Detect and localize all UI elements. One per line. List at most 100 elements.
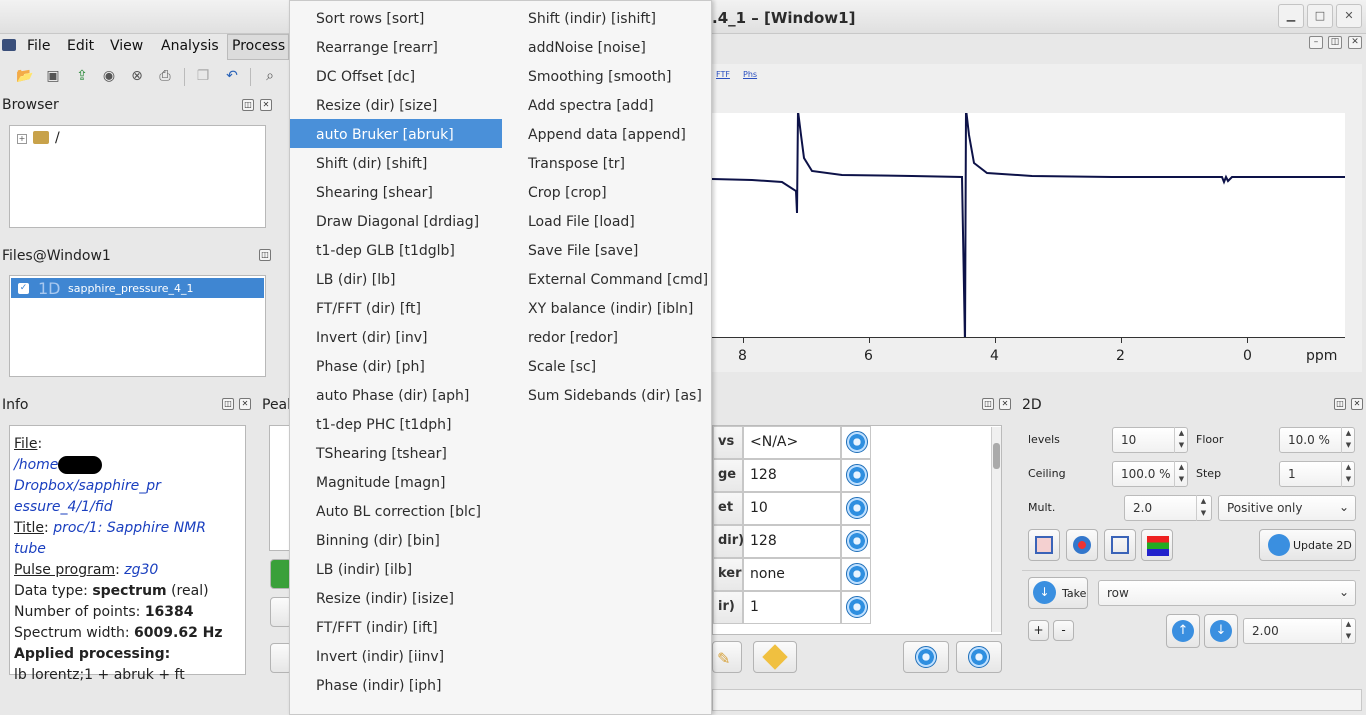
undo-icon[interactable]: ↶ <box>223 67 241 85</box>
params-scrollbar[interactable] <box>991 427 1001 632</box>
checkbox-icon[interactable]: ✓ <box>18 283 29 294</box>
sub-close-button[interactable]: ✕ <box>1348 36 1362 49</box>
print-icon[interactable]: ⎙ <box>156 67 174 85</box>
apply-params-button[interactable] <box>903 641 949 673</box>
levels-arrows[interactable]: ▲ ▼ <box>1174 427 1188 453</box>
close-button[interactable]: ✕ <box>1336 4 1362 28</box>
slice-up-button[interactable]: ↑ <box>1166 614 1200 648</box>
menu-item[interactable]: XY balance (indir) [ibln] <box>502 293 712 322</box>
ftf-button[interactable]: FTF <box>716 70 730 79</box>
menu-item[interactable]: DC Offset [dc] <box>290 61 502 90</box>
save-icon[interactable]: ▣ <box>44 67 62 85</box>
menu-item[interactable]: FT/FFT (indir) [ift] <box>290 612 502 641</box>
sub-minimize-button[interactable]: – <box>1309 36 1323 49</box>
minimize-button[interactable]: ▁ <box>1278 4 1304 28</box>
menu-item[interactable]: Invert (dir) [inv] <box>290 322 502 351</box>
settings-button[interactable] <box>956 641 1002 673</box>
menu-item[interactable]: Shift (indir) [ishift] <box>502 3 712 32</box>
menu-item[interactable]: Auto BL correction [blc] <box>290 496 502 525</box>
param-key[interactable]: ker <box>713 558 743 591</box>
param-value[interactable]: <N/A> <box>743 426 841 459</box>
param-key[interactable]: et <box>713 492 743 525</box>
param-value[interactable]: 1 <box>743 591 841 624</box>
projection-button[interactable] <box>1104 529 1136 561</box>
menu-item[interactable]: t1-dep GLB [t1dglb] <box>290 235 502 264</box>
menu-item[interactable]: LB (dir) [lb] <box>290 264 502 293</box>
menu-item[interactable]: Draw Diagonal [drdiag] <box>290 206 502 235</box>
params-scroll-thumb[interactable] <box>993 443 1000 469</box>
colormap-button[interactable] <box>1066 529 1098 561</box>
menu-item[interactable]: LB (indir) [ilb] <box>290 554 502 583</box>
sub-restore-button[interactable]: ◫ <box>1328 36 1342 49</box>
phs-button[interactable]: Phs <box>743 70 757 79</box>
param-value[interactable]: none <box>743 558 841 591</box>
mult-arrows[interactable]: ▲ ▼ <box>1196 495 1210 521</box>
param-value[interactable]: 128 <box>743 525 841 558</box>
menu-file[interactable]: File <box>27 38 50 54</box>
file-row-selected[interactable]: ✓ 1D sapphire_pressure_4_1 <box>11 278 264 298</box>
param-value[interactable]: 10 <box>743 492 841 525</box>
menu-item[interactable]: External Command [cmd] <box>502 264 712 293</box>
menu-item[interactable]: Resize (dir) [size] <box>290 90 502 119</box>
info-close-button[interactable]: ✕ <box>239 398 251 410</box>
copy-icon[interactable]: ❐ <box>194 67 212 85</box>
param-key[interactable]: vs <box>713 426 743 459</box>
plus-button[interactable]: + <box>1028 620 1049 641</box>
menu-item[interactable]: Transpose [tr] <box>502 148 712 177</box>
menu-item[interactable]: auto Phase (dir) [aph] <box>290 380 502 409</box>
menu-item[interactable]: FT/FFT (dir) [ft] <box>290 293 502 322</box>
view-icon[interactable]: ◉ <box>100 67 118 85</box>
params-close-button[interactable]: ✕ <box>999 398 1011 410</box>
package-button[interactable] <box>753 641 797 673</box>
menu-item[interactable]: Scale [sc] <box>502 351 712 380</box>
menu-item[interactable]: Invert (indir) [iinv] <box>290 641 502 670</box>
menu-analysis[interactable]: Analysis <box>161 38 219 54</box>
menu-process[interactable]: Process <box>232 38 285 54</box>
menu-item[interactable]: Phase (dir) [ph] <box>290 351 502 380</box>
menu-item[interactable]: TShearing [tshear] <box>290 438 502 467</box>
slice-down-button[interactable]: ↓ <box>1204 614 1238 648</box>
menu-item[interactable]: t1-dep PHC [t1dph] <box>290 409 502 438</box>
step-arrows[interactable]: ▲ ▼ <box>1341 461 1355 487</box>
ceiling-arrows[interactable]: ▲ ▼ <box>1174 461 1188 487</box>
zoom-icon[interactable]: ⌕ <box>261 67 279 85</box>
edit-button[interactable]: ✎ <box>712 641 742 673</box>
menu-item[interactable]: Crop [crop] <box>502 177 712 206</box>
menu-item[interactable]: Shearing [shear] <box>290 177 502 206</box>
twod-float-button[interactable]: ◫ <box>1334 398 1346 410</box>
menu-item[interactable]: Save File [save] <box>502 235 712 264</box>
tree-root-label[interactable]: / <box>55 130 60 146</box>
menu-item[interactable]: Load File [load] <box>502 206 712 235</box>
menu-edit[interactable]: Edit <box>67 38 94 54</box>
slice-arrows[interactable]: ▲ ▼ <box>1341 618 1355 644</box>
menu-item[interactable]: Binning (dir) [bin] <box>290 525 502 554</box>
menu-item[interactable]: Sum Sidebands (dir) [as] <box>502 380 712 409</box>
twod-close-button[interactable]: ✕ <box>1351 398 1363 410</box>
param-gear-button[interactable] <box>841 558 871 591</box>
slice-spinbox[interactable]: 2.00 <box>1243 618 1356 644</box>
sign-select[interactable]: Positive only ⌄ <box>1218 495 1356 521</box>
info-float-button[interactable]: ◫ <box>222 398 234 410</box>
menu-view[interactable]: View <box>110 38 143 54</box>
param-gear-button[interactable] <box>841 492 871 525</box>
menu-item[interactable]: Phase (indir) [iph] <box>290 670 502 699</box>
param-gear-button[interactable] <box>841 525 871 558</box>
menu-item[interactable]: Rearrange [rearr] <box>290 32 502 61</box>
take-select[interactable]: row ⌄ <box>1098 580 1356 606</box>
menu-item[interactable]: redor [redor] <box>502 322 712 351</box>
maximize-button[interactable]: □ <box>1307 4 1333 28</box>
minus-button[interactable]: - <box>1053 620 1074 641</box>
menu-item[interactable]: Add spectra [add] <box>502 90 712 119</box>
files-float-button[interactable]: ◫ <box>259 249 271 261</box>
stop-icon[interactable]: ⊗ <box>128 67 146 85</box>
open-icon[interactable]: 📂 <box>16 67 34 85</box>
browser-close-button[interactable]: ✕ <box>260 99 272 111</box>
param-gear-button[interactable] <box>841 459 871 492</box>
browser-float-button[interactable]: ◫ <box>242 99 254 111</box>
contour-button[interactable] <box>1028 529 1060 561</box>
tree-expand-icon[interactable]: + <box>17 134 27 144</box>
param-key[interactable]: ge <box>713 459 743 492</box>
menu-item[interactable]: auto Bruker [abruk] <box>290 119 502 148</box>
params-float-button[interactable]: ◫ <box>982 398 994 410</box>
palette-button[interactable] <box>1141 529 1173 561</box>
